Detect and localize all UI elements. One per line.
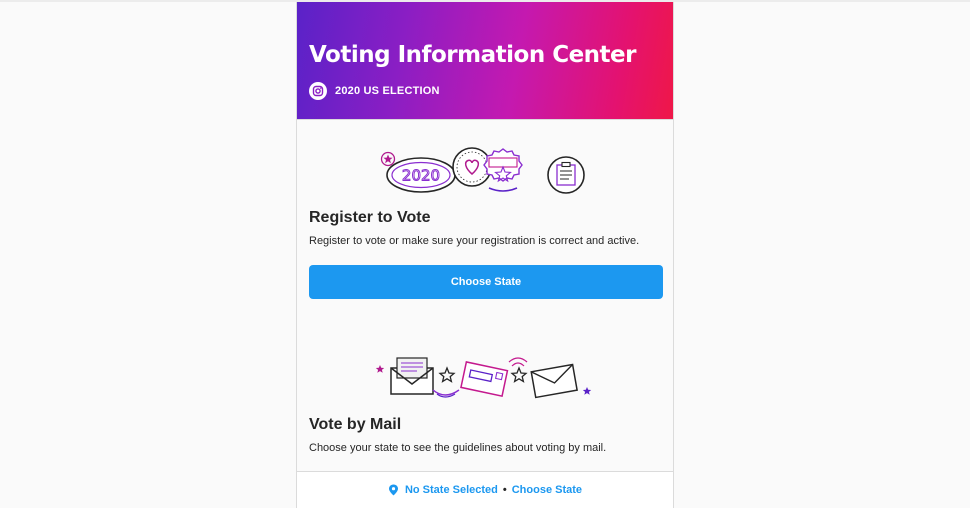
election-label: 2020 US ELECTION: [309, 82, 440, 100]
star-seal-icon: [483, 148, 523, 192]
location-pin-icon: [388, 484, 398, 496]
vote-by-mail-description: Choose your state to see the guidelines …: [309, 442, 607, 454]
star-icon-2: [582, 387, 592, 395]
selected-state-status[interactable]: No State Selected: [405, 484, 498, 496]
mail-illustration: [375, 357, 592, 399]
illustration-year-text: 2020: [402, 167, 440, 185]
vote-by-mail-title: Vote by Mail: [309, 416, 402, 433]
footer-separator: •: [502, 484, 507, 496]
star-icon: [375, 365, 385, 373]
closed-envelope-icon: [530, 363, 578, 399]
voting-info-panel: Voting Information Center 2020 US ELECTI…: [296, 2, 674, 508]
election-subtitle: 2020 US ELECTION: [335, 85, 440, 97]
register-description: Register to vote or make sure your regis…: [309, 235, 640, 247]
header-divider: [297, 119, 673, 120]
badges-illustration: 2020: [380, 147, 585, 194]
tilted-envelope-icon: [460, 361, 509, 397]
choose-state-button[interactable]: Choose State: [309, 265, 663, 299]
instagram-icon: [309, 82, 327, 100]
header-banner: Voting Information Center 2020 US ELECTI…: [297, 2, 673, 119]
star-outline-icon: [438, 366, 456, 383]
register-title: Register to Vote: [309, 209, 431, 226]
page-title: Voting Information Center: [309, 42, 637, 68]
state-selector-bar: No State Selected • Choose State: [297, 471, 673, 508]
star-outline-icon-2: [510, 366, 528, 383]
choose-state-link[interactable]: Choose State: [512, 484, 582, 496]
open-envelope-icon: [390, 357, 434, 395]
